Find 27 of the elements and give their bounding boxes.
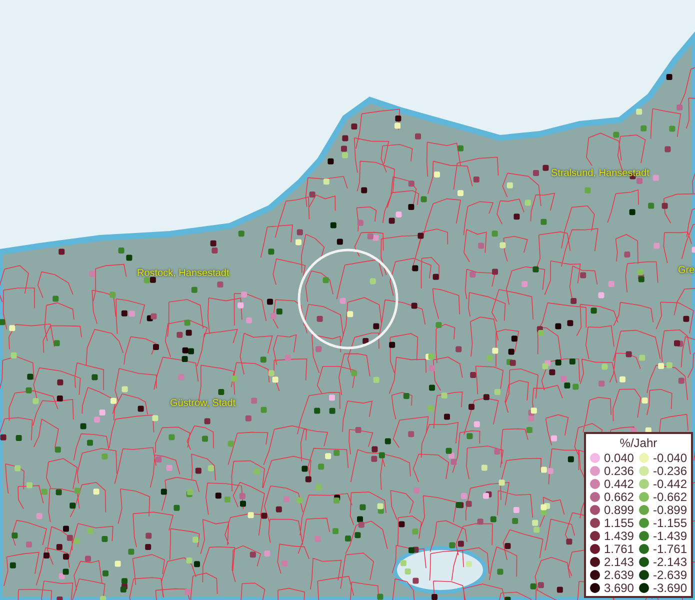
legend-label: -1.155 <box>652 516 687 530</box>
legend-label: -0.899 <box>652 502 687 516</box>
legend-label: 2.143 <box>604 554 634 568</box>
legend-title: %/Jahr <box>618 436 658 450</box>
legend-label: -0.662 <box>652 490 687 504</box>
legend-label: -2.639 <box>652 568 687 582</box>
legend-label: -0.442 <box>652 476 687 490</box>
legend-label: -0.236 <box>652 464 687 478</box>
legend-label: -3.690 <box>652 580 687 594</box>
legend-label: 1.155 <box>604 516 634 530</box>
legend-label: 0.040 <box>604 450 634 464</box>
legend-label: 1.761 <box>604 542 634 556</box>
legend-label: 0.899 <box>604 502 634 516</box>
legend-label: 3.690 <box>604 580 634 594</box>
legend-label: -2.143 <box>652 554 687 568</box>
place-label: Güstrow, Stadt <box>170 398 236 410</box>
legend-label: 0.662 <box>604 490 634 504</box>
legend-label: 0.442 <box>604 476 634 490</box>
legend-label: 1.439 <box>604 528 634 542</box>
place-label: Gre <box>678 265 695 277</box>
legend-label: -0.040 <box>652 450 687 464</box>
legend-label: -1.761 <box>652 542 687 556</box>
place-label: Rostock, Hansestadt <box>137 268 230 280</box>
legend-label: 2.639 <box>604 568 634 582</box>
place-label: Stralsund, Hansestadt <box>551 168 650 180</box>
legend-label: 0.236 <box>604 464 634 478</box>
legend-label: -1.439 <box>652 528 687 542</box>
